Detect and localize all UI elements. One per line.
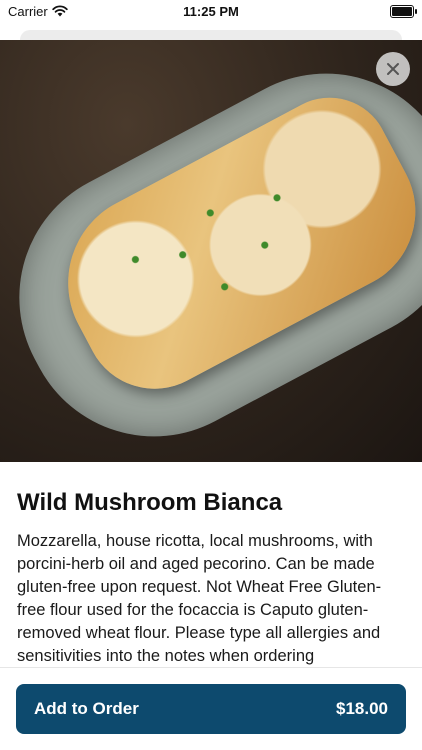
- item-photo: [0, 40, 422, 462]
- add-to-order-label: Add to Order: [34, 699, 139, 718]
- item-title: Wild Mushroom Bianca: [17, 489, 283, 516]
- item-description: Mozzarella, house ricotta, local mushroo…: [17, 532, 382, 665]
- item-price: $18.00: [336, 699, 388, 718]
- status-bar: Carrier 11:25 PM: [0, 0, 422, 24]
- battery-icon: [390, 5, 417, 18]
- item-details: Wild Mushroom Bianca Mozzarella, house r…: [17, 488, 405, 668]
- add-to-order-button[interactable]: Add to Order $18.00: [16, 684, 406, 734]
- status-time: 11:25 PM: [183, 4, 239, 19]
- divider: [0, 667, 422, 668]
- close-button[interactable]: [376, 52, 410, 86]
- close-icon: [387, 63, 399, 75]
